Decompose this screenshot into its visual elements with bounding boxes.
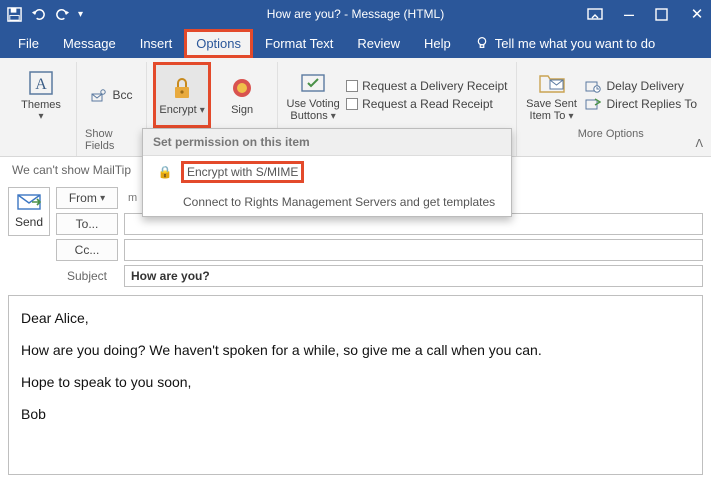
checkbox-icon xyxy=(346,98,358,110)
tab-insert[interactable]: Insert xyxy=(130,31,183,56)
sign-button[interactable]: Sign xyxy=(215,64,269,126)
close-button[interactable]: ✕ xyxy=(689,5,705,23)
rms-label: Connect to Rights Management Servers and… xyxy=(183,195,495,209)
tab-message[interactable]: Message xyxy=(53,31,126,56)
lock-icon xyxy=(168,74,196,102)
lock-icon: 🔒 xyxy=(157,165,173,179)
subject-input[interactable]: How are you? xyxy=(124,265,703,287)
direct-replies-label: Direct Replies To xyxy=(607,97,697,111)
window-controls: – ✕ xyxy=(587,5,705,23)
read-receipt-checkbox[interactable]: Request a Read Receipt xyxy=(346,97,507,111)
voting-label-2: Buttons xyxy=(290,110,327,122)
send-envelope-icon xyxy=(17,194,41,210)
ribbon-display-icon[interactable] xyxy=(587,7,603,21)
rms-connect-item[interactable]: Connect to Rights Management Servers and… xyxy=(143,188,511,216)
from-label: From xyxy=(69,191,97,205)
body-line: Hope to speak to you soon, xyxy=(21,374,690,390)
tab-options[interactable]: Options xyxy=(186,31,251,56)
redo-icon[interactable] xyxy=(54,6,70,22)
encrypt-smime-item[interactable]: 🔒 Encrypt with S/MIME xyxy=(143,156,511,188)
read-receipt-label: Request a Read Receipt xyxy=(362,97,493,111)
encrypt-button[interactable]: Encrypt ▾ xyxy=(155,64,209,126)
tab-review[interactable]: Review xyxy=(347,31,410,56)
save-sent-label-1: Save Sent xyxy=(526,98,577,110)
quick-access-toolbar: ▾ xyxy=(6,6,83,22)
body-line: Bob xyxy=(21,406,690,422)
collapse-ribbon-icon[interactable]: ᐱ xyxy=(695,137,703,150)
delivery-receipt-checkbox[interactable]: Request a Delivery Receipt xyxy=(346,79,507,93)
encrypt-smime-label: Encrypt with S/MIME xyxy=(183,163,302,181)
from-button[interactable]: From ▾ xyxy=(56,187,118,209)
encrypt-dropdown: Set permission on this item 🔒 Encrypt wi… xyxy=(142,128,512,217)
body-line: Dear Alice, xyxy=(21,310,690,326)
bcc-icon xyxy=(91,88,107,102)
chevron-down-icon: ▾ xyxy=(200,105,205,116)
tell-me-label: Tell me what you want to do xyxy=(495,36,655,51)
more-options-label: More Options xyxy=(578,126,644,144)
send-button[interactable]: Send xyxy=(8,187,50,236)
ribbon-tabs: File Message Insert Options Format Text … xyxy=(0,28,711,58)
save-sent-item-button[interactable]: Save SentItem To ▾ xyxy=(525,64,579,126)
delay-delivery-label: Delay Delivery xyxy=(607,79,684,93)
clock-envelope-icon xyxy=(585,79,601,93)
chevron-down-icon: ▾ xyxy=(38,111,43,122)
maximize-button[interactable] xyxy=(655,8,671,21)
minimize-button[interactable]: – xyxy=(621,10,637,18)
direct-replies-icon xyxy=(585,97,601,111)
bcc-label: Bcc xyxy=(113,88,133,102)
title-bar: ▾ How are you? - Message (HTML) – ✕ xyxy=(0,0,711,28)
themes-label: Themes xyxy=(21,99,61,111)
chevron-down-icon: ▾ xyxy=(331,111,336,122)
to-button[interactable]: To... xyxy=(56,213,118,235)
tab-file[interactable]: File xyxy=(8,31,49,56)
subject-label: Subject xyxy=(56,269,118,283)
group-themes: A Themes ▾ xyxy=(6,62,77,156)
undo-icon[interactable] xyxy=(30,6,46,22)
from-value: m xyxy=(124,192,137,204)
group-show-fields: Bcc Show Fields xyxy=(77,62,147,156)
themes-button[interactable]: A Themes ▾ xyxy=(14,64,68,126)
tab-format-text[interactable]: Format Text xyxy=(255,31,343,56)
tell-me[interactable]: Tell me what you want to do xyxy=(465,31,665,56)
svg-text:A: A xyxy=(35,76,47,93)
group-more-options: Save SentItem To ▾ Delay Delivery Direct… xyxy=(517,62,705,156)
voting-label-1: Use Voting xyxy=(287,98,340,110)
dropdown-header: Set permission on this item xyxy=(143,129,511,156)
chevron-down-icon: ▾ xyxy=(100,193,105,204)
chevron-down-icon: ▾ xyxy=(568,111,573,122)
cc-button[interactable]: Cc... xyxy=(56,239,118,261)
show-fields-label: Show Fields xyxy=(85,126,138,156)
checkbox-icon xyxy=(346,80,358,92)
sign-label: Sign xyxy=(231,104,253,116)
send-label: Send xyxy=(15,215,43,229)
delivery-receipt-label: Request a Delivery Receipt xyxy=(362,79,507,93)
encrypt-label: Encrypt xyxy=(159,104,196,116)
message-body[interactable]: Dear Alice, How are you doing? We haven'… xyxy=(8,295,703,475)
voting-icon xyxy=(299,68,327,96)
lightbulb-icon xyxy=(475,36,489,50)
bcc-button[interactable]: Bcc xyxy=(91,88,133,102)
sign-icon xyxy=(228,74,256,102)
voting-buttons[interactable]: Use VotingButtons ▾ xyxy=(286,64,340,126)
save-sent-label-2: Item To xyxy=(530,110,566,122)
save-icon[interactable] xyxy=(6,6,22,22)
tab-help[interactable]: Help xyxy=(414,31,461,56)
delay-delivery-button[interactable]: Delay Delivery xyxy=(585,79,697,93)
body-line: How are you doing? We haven't spoken for… xyxy=(21,342,690,358)
qat-more-icon[interactable]: ▾ xyxy=(78,9,83,20)
themes-icon: A xyxy=(27,69,55,97)
folder-envelope-icon xyxy=(538,68,566,96)
cc-input[interactable] xyxy=(124,239,703,261)
direct-replies-button[interactable]: Direct Replies To xyxy=(585,97,697,111)
